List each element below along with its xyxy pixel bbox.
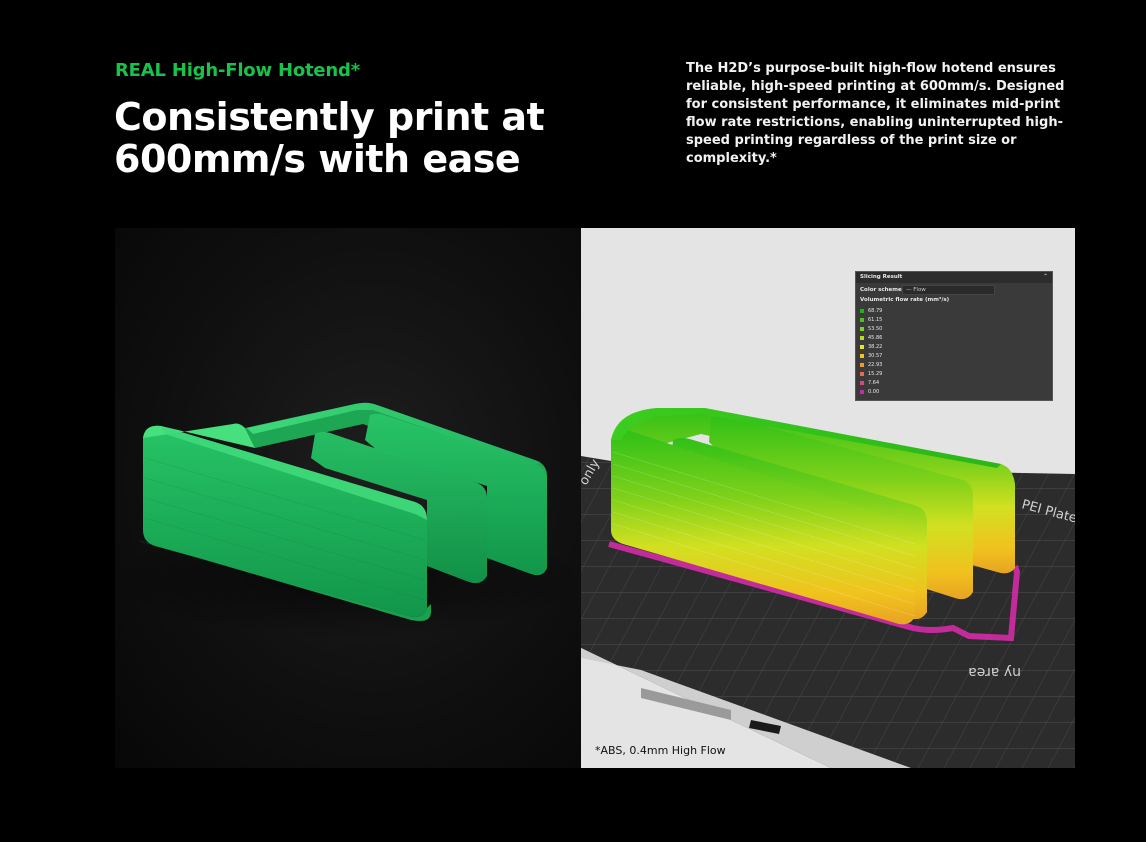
svg-text:ny area: ny area (968, 664, 1021, 680)
footnote: *ABS, 0.4mm High Flow (595, 744, 726, 757)
legend-item: 15.29 (856, 370, 1052, 379)
color-scheme-value: Flow (913, 287, 926, 293)
legend-value: 61.15 (868, 316, 883, 323)
color-scheme-label: Color scheme (860, 287, 902, 293)
collapse-icon[interactable]: ⌃ (1043, 273, 1048, 280)
legend-swatch (860, 335, 864, 340)
legend-swatch (860, 326, 864, 331)
legend-swatch (860, 363, 864, 368)
legend-value: 30.57 (868, 353, 883, 360)
legend-swatch (860, 381, 864, 386)
legend-item: 38.22 (856, 342, 1052, 351)
color-scheme-select[interactable]: — Flow (902, 285, 995, 295)
legend-item: 53.50 (856, 324, 1052, 333)
color-scheme-row: Color scheme — Flow (856, 283, 1052, 295)
legend-value: 22.93 (868, 362, 883, 369)
legend-item: 68.79 (856, 306, 1052, 315)
feature-description: The H2D’s purpose-built high-flow hotend… (686, 61, 1065, 166)
printed-part-illustration (115, 402, 581, 638)
legend-swatch (860, 372, 864, 377)
legend-item: 22.93 (856, 361, 1052, 370)
legend-swatch (860, 344, 864, 349)
legend-title: Volumetric flow rate (mm³/s) (860, 297, 950, 303)
legend-swatch (860, 308, 864, 313)
slicing-result-title: Slicing Result (860, 274, 903, 280)
legend-swatch (860, 390, 864, 395)
slicer-preview[interactable]: only PEI Plate ny area Slicing Result ⌃ (581, 228, 1075, 768)
page-title: Consistently print at 600mm/s with ease (114, 95, 545, 181)
legend-item: 61.15 (856, 315, 1052, 324)
legend-item: 0.00 (856, 388, 1052, 397)
eyebrow-label: REAL High-Flow Hotend* (115, 60, 360, 81)
legend-value: 7.64 (868, 380, 880, 387)
legend-list: 68.79 61.15 53.50 45.86 38.22 30.57 22.93 15.29… (856, 306, 1052, 397)
legend-swatch (860, 354, 864, 359)
legend-value: 0.00 (868, 389, 880, 396)
legend-value: 38.22 (868, 343, 883, 350)
legend-item: 7.64 (856, 379, 1052, 388)
legend-value: 15.29 (868, 371, 883, 378)
legend-value: 53.50 (868, 325, 883, 332)
legend-item: 30.57 (856, 351, 1052, 360)
legend-swatch (860, 317, 864, 322)
legend-item: 45.86 (856, 333, 1052, 342)
slicing-result-header[interactable]: Slicing Result ⌃ (856, 272, 1052, 283)
printed-part-photo (115, 228, 581, 768)
legend-value: 68.79 (868, 307, 883, 314)
slicing-result-panel[interactable]: Slicing Result ⌃ Color scheme — Flow Vol… (855, 271, 1053, 401)
legend-value: 45.86 (868, 334, 883, 341)
